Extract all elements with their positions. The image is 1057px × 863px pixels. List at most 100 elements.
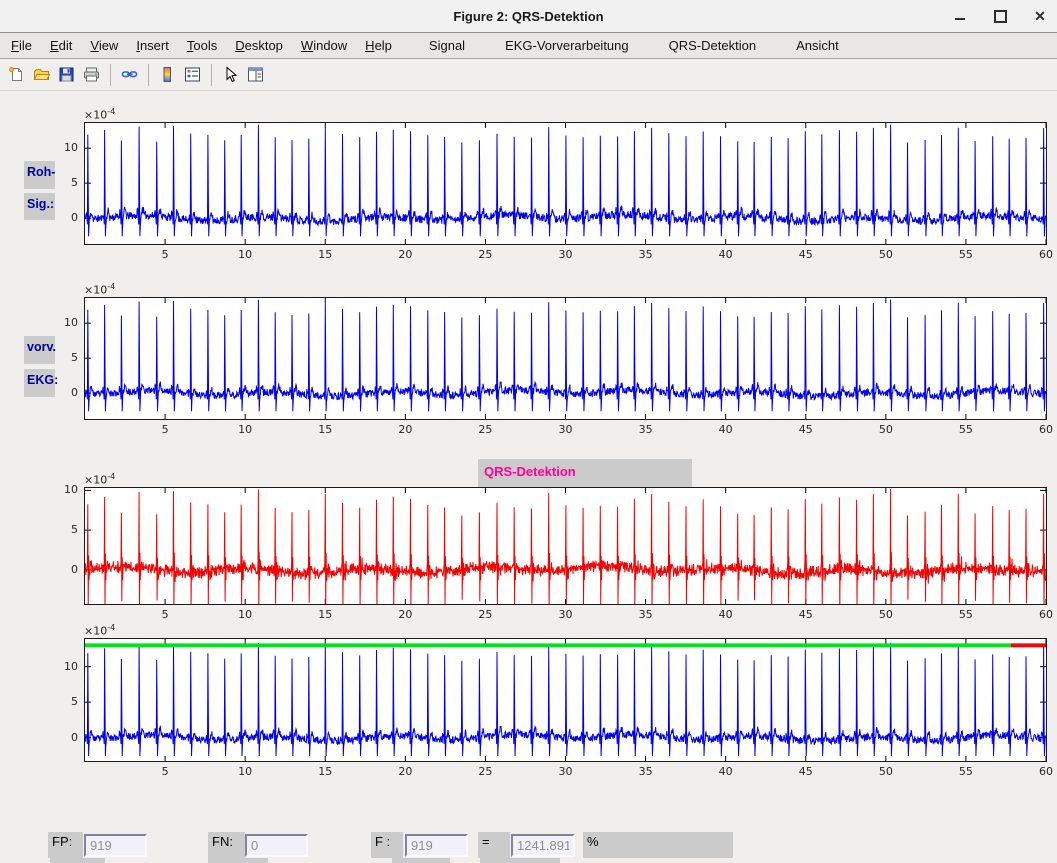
roh-signal-x-tick-label: 30 — [552, 248, 580, 261]
qrs-detection-plot-title: QRS-Detektion — [478, 459, 692, 487]
print-figure-icon[interactable] — [79, 62, 104, 87]
qrs-detektion-filtered-x-tick-label: 5 — [151, 608, 179, 621]
menu-ansicht[interactable]: Ansicht — [784, 38, 851, 53]
qrs-detektion-filtered-x-tick-label: 25 — [471, 608, 499, 621]
vorv-ekg-x-tick-label: 55 — [952, 423, 980, 436]
fp-input[interactable] — [84, 834, 147, 857]
detektion-overlay-waveform — [85, 643, 1046, 756]
qrs-detektion-filtered-x-tick-label: 20 — [391, 608, 419, 621]
roh-signal-waveform — [85, 125, 1046, 237]
window-title: Figure 2: QRS-Detektion — [0, 9, 1057, 24]
qrs-detektion-filtered-y-scale-label: ×10-4 — [84, 472, 115, 487]
maximize-icon — [994, 10, 1007, 23]
roh-signal-x-tick-label: 60 — [1032, 248, 1057, 261]
detektion-overlay-y-tick-label: 10 — [52, 660, 78, 673]
qrs-detektion-filtered-y-tick-label: 0 — [52, 563, 78, 576]
toolbar-separator — [148, 64, 149, 86]
roh-signal-x-tick-label: 10 — [231, 248, 259, 261]
vorv-ekg-x-tick-label: 10 — [231, 423, 259, 436]
preprocessed-ekg-label-line2: EKG: — [24, 369, 55, 397]
insert-legend-icon[interactable] — [180, 62, 205, 87]
qrs-detektion-filtered-y-tick-label: 10 — [52, 483, 78, 496]
qrs-detektion-filtered-x-tick-label: 45 — [792, 608, 820, 621]
link-plot-icon[interactable] — [117, 62, 142, 87]
vorv-ekg-x-tick-label: 5 — [151, 423, 179, 436]
vorv-ekg-x-tick-label: 45 — [792, 423, 820, 436]
qrs-detektion-filtered-x-tick-label: 30 — [552, 608, 580, 621]
qrs-detektion-filtered-y-tick-label: 5 — [52, 523, 78, 536]
close-button[interactable]: ✕ — [1033, 9, 1047, 23]
menu-help[interactable]: Help — [356, 38, 401, 53]
roh-signal-x-tick-label: 40 — [712, 248, 740, 261]
minimize-icon — [955, 18, 965, 20]
qrs-detektion-filtered-x-tick-label: 15 — [311, 608, 339, 621]
qrs-detektion-filtered-plot — [84, 487, 1047, 605]
open-file-icon[interactable] — [29, 62, 54, 87]
percent-input[interactable] — [511, 834, 575, 857]
qrs-detektion-filtered-x-tick-label: 35 — [632, 608, 660, 621]
menu-window[interactable]: Window — [292, 38, 356, 53]
roh-signal-x-tick-label: 45 — [792, 248, 820, 261]
qrs-detektion-filtered-x-tick-label: 60 — [1032, 608, 1057, 621]
edit-plot-icon[interactable] — [218, 62, 243, 87]
detektion-overlay-x-tick-label: 5 — [151, 765, 179, 778]
new-figure-icon[interactable] — [4, 62, 29, 87]
detektion-overlay-x-tick-label: 25 — [471, 765, 499, 778]
vorv-ekg-y-tick-label: 5 — [52, 351, 78, 364]
roh-signal-x-tick-label: 5 — [151, 248, 179, 261]
menu-view[interactable]: View — [81, 38, 127, 53]
qrs-detektion-filtered-x-tick-label: 40 — [712, 608, 740, 621]
detektion-overlay-x-tick-label: 10 — [231, 765, 259, 778]
detektion-overlay-y-tick-label: 5 — [52, 695, 78, 708]
menu-tools[interactable]: Tools — [178, 38, 226, 53]
equals-label: = — [478, 832, 510, 858]
save-figure-icon[interactable] — [54, 62, 79, 87]
roh-signal-x-tick-label: 50 — [872, 248, 900, 261]
vorv-ekg-waveform — [85, 300, 1046, 412]
menu-signal[interactable]: Signal — [417, 38, 477, 53]
detektion-overlay-x-tick-label: 55 — [952, 765, 980, 778]
menu-desktop[interactable]: Desktop — [226, 38, 292, 53]
vorv-ekg-y-scale-label: ×10-4 — [84, 282, 115, 297]
qrs-detektion-filtered-x-tick-label: 55 — [952, 608, 980, 621]
fn-input[interactable] — [245, 834, 308, 857]
menu-insert[interactable]: Insert — [127, 38, 178, 53]
property-inspector-icon[interactable] — [243, 62, 268, 87]
roh-signal-y-tick-label: 5 — [52, 176, 78, 189]
raw-signal-label-line1: Roh- — [24, 161, 55, 189]
qrs-detektion-filtered-x-tick-label: 50 — [872, 608, 900, 621]
f-label: F : — [371, 832, 403, 858]
menu-edit[interactable]: Edit — [41, 38, 81, 53]
fn-label-stub — [208, 858, 268, 863]
detektion-overlay-y-tick-label: 0 — [52, 731, 78, 744]
figure-window: Figure 2: QRS-Detektion ✕ FileEditViewIn… — [0, 0, 1057, 863]
vorv-ekg-x-tick-label: 40 — [712, 423, 740, 436]
equals-label-stub — [480, 858, 560, 863]
fp-label-stub — [50, 858, 105, 863]
detektion-overlay-x-tick-label: 35 — [632, 765, 660, 778]
raw-signal-label-line2: Sig.: — [24, 193, 55, 220]
insert-colorbar-icon[interactable] — [155, 62, 180, 87]
f-input[interactable] — [405, 834, 468, 857]
vorv-ekg-x-tick-label: 15 — [311, 423, 339, 436]
roh-signal-plot — [84, 122, 1047, 245]
menu-file[interactable]: File — [2, 38, 41, 53]
roh-signal-y-tick-label: 0 — [52, 211, 78, 224]
minimize-button[interactable] — [953, 9, 967, 23]
percent-label: % — [583, 832, 733, 858]
detektion-overlay-x-tick-label: 20 — [391, 765, 419, 778]
fp-label: FP: — [48, 832, 83, 858]
detektion-overlay-x-tick-label: 40 — [712, 765, 740, 778]
roh-signal-x-tick-label: 35 — [632, 248, 660, 261]
f-label-stub — [392, 858, 450, 863]
menu-qrs-detektion[interactable]: QRS-Detektion — [657, 38, 768, 53]
preprocessed-ekg-label-line1: vorv. — [24, 336, 55, 364]
qrs-detektion-filtered-x-tick-label: 10 — [231, 608, 259, 621]
titlebar: Figure 2: QRS-Detektion ✕ — [0, 0, 1057, 33]
roh-signal-x-tick-label: 25 — [471, 248, 499, 261]
menu-ekg-vorverarbeitung[interactable]: EKG-Vorverarbeitung — [493, 38, 641, 53]
vorv-ekg-x-tick-label: 60 — [1032, 423, 1057, 436]
detektion-overlay-x-tick-label: 30 — [552, 765, 580, 778]
maximize-button[interactable] — [993, 9, 1007, 23]
vorv-ekg-x-tick-label: 20 — [391, 423, 419, 436]
